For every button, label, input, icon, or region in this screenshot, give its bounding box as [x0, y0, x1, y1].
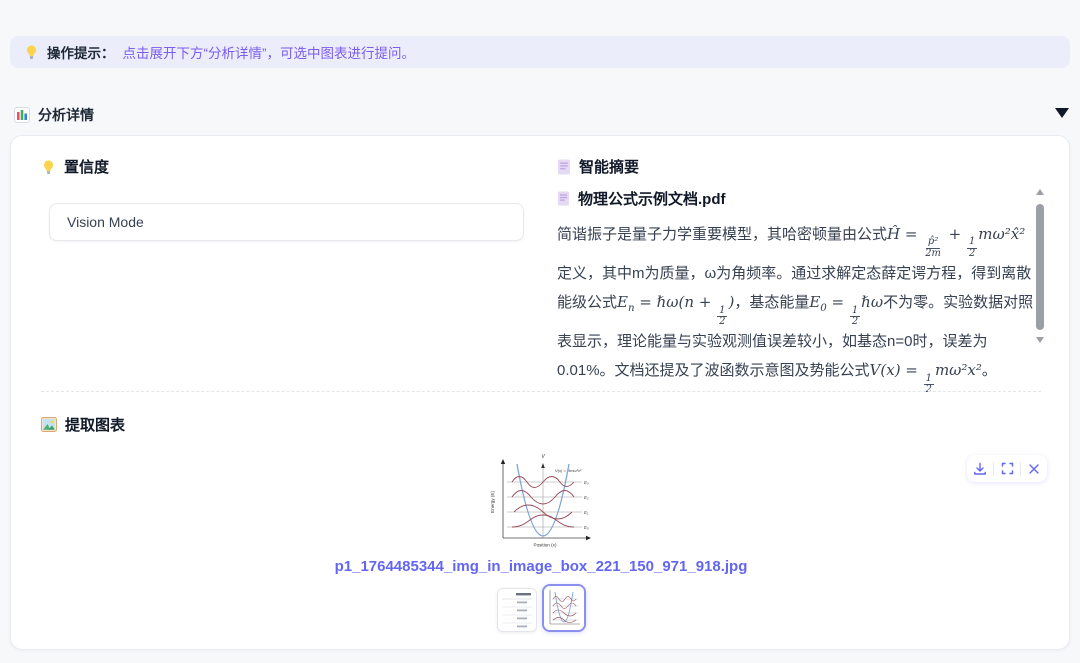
figure-ylabel: Energy (E): [490, 491, 495, 513]
scrollbar-thumb[interactable]: [1036, 204, 1044, 330]
document-title-row: 物理公式示例文档.pdf: [557, 188, 726, 209]
figure-level-E0: E₀: [584, 525, 589, 530]
figure-level-E2: E₂: [584, 495, 589, 500]
vision-mode-value: Vision Mode: [67, 214, 144, 230]
light-bulb-icon: [41, 159, 56, 175]
extracted-charts-title: 提取图表: [65, 414, 125, 435]
confidence-title: 置信度: [64, 156, 109, 177]
scrollbar-up-icon[interactable]: [1033, 188, 1047, 198]
section-divider: [41, 391, 1041, 392]
summary-paragraph: 简谐振子是量子力学重要模型，其哈密顿量由公式Ĥ = p̂²2m + 12mω²x…: [557, 220, 1037, 396]
thumbnail-strip: [11, 584, 1071, 632]
extracted-charts-header: 提取图表: [41, 414, 125, 435]
vision-mode-selector[interactable]: Vision Mode: [49, 203, 524, 241]
document-icon: [557, 191, 570, 206]
table-thumbnail[interactable]: [497, 588, 537, 632]
document-name: 物理公式示例文档.pdf: [578, 188, 726, 209]
summary-title: 智能摘要: [579, 156, 639, 177]
tip-label: 操作提示：: [47, 42, 115, 62]
analysis-details-header: 分析详情: [14, 105, 94, 125]
summary-header: 智能摘要: [557, 156, 639, 177]
light-bulb-icon: [24, 44, 39, 60]
collapse-toggle-icon[interactable]: [1054, 106, 1070, 120]
document-icon: [557, 159, 571, 175]
bar-chart-icon: [14, 107, 30, 123]
image-filename: p1_1764485344_img_in_image_box_221_150_9…: [11, 558, 1071, 575]
figure-level-E3: E₃: [584, 480, 589, 485]
chart-thumbnail-selected[interactable]: [542, 584, 586, 632]
tip-message: 点击展开下方“分析详情”，可选中图表进行提问。: [123, 42, 416, 62]
scrollbar-down-icon[interactable]: [1033, 336, 1047, 346]
tip-bar: 操作提示： 点击展开下方“分析详情”，可选中图表进行提问。: [10, 36, 1070, 68]
summary-scrollbar: [1033, 188, 1047, 348]
analysis-details-panel: 置信度 Vision Mode 智能摘要 物理公式示例文档.pdf 简谐振子是量…: [10, 135, 1070, 650]
extracted-chart-image[interactable]: Energy (E) V Position (x) V(x) = ½mω²x²: [486, 450, 596, 552]
picture-icon: [41, 417, 57, 432]
confidence-header: 置信度: [41, 156, 109, 177]
figure-level-E1: E₁: [584, 510, 589, 515]
figure-v-label: V: [541, 454, 545, 460]
analysis-details-title: 分析详情: [38, 105, 94, 125]
figure-xlabel: Position (x): [534, 543, 557, 548]
chart-stage: Energy (E) V Position (x) V(x) = ½mω²x²: [11, 442, 1071, 642]
